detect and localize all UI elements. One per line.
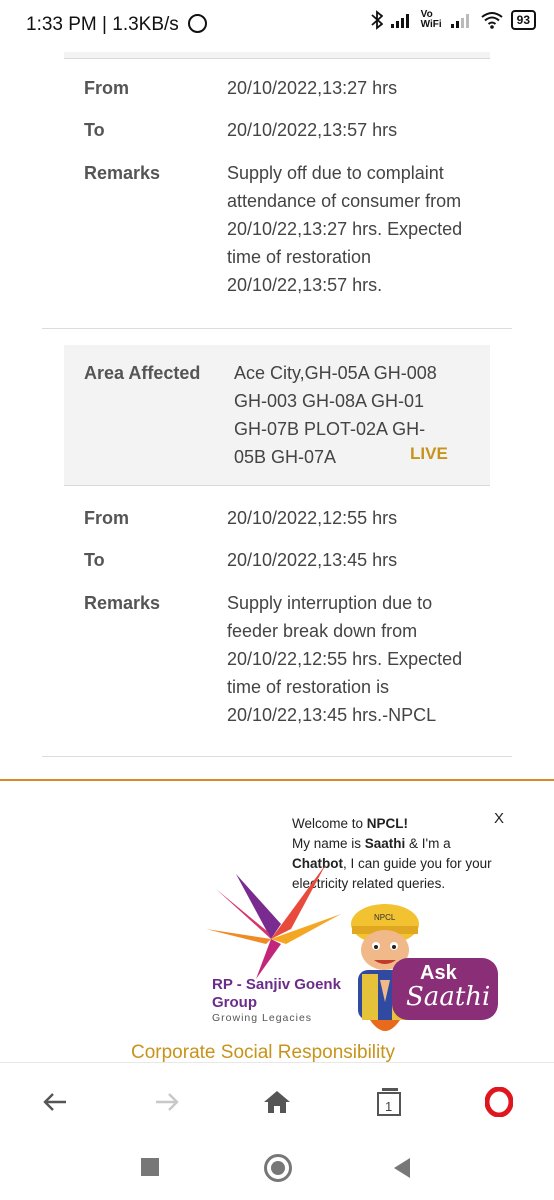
system-nav-bar [0,1138,554,1200]
browser-nav-bar: 1 [0,1062,554,1139]
to-value: 20/10/2022,13:57 hrs [227,120,398,140]
vowifi-label: Vo WiFi [420,9,442,30]
alarm-icon [188,14,208,33]
back-button[interactable] [40,1087,70,1117]
from-label: From [84,508,129,528]
outage2-area-box: Area Affected Ace City,GH-05A GH-008 GH-… [64,345,490,486]
outage-list: From 20/10/2022,13:27 hrs To 20/10/2022,… [0,52,554,1062]
saathi-label: Saathi [406,982,491,1012]
arrow-right-icon [156,1093,179,1111]
remarks-label: Remarks [84,593,161,613]
status-bar: 1:33 PM | 1.3KB/s Vo WiFi 93 [0,0,554,52]
home-dot-icon [271,1161,285,1175]
chatbot-close-button[interactable]: X [494,810,504,827]
group-name: RP - Sanjiv Goenk Group [212,976,341,1011]
rp-group-logo-icon [206,864,341,979]
mascot-cap-text: NPCL [374,913,396,922]
area-affected-label: Area Affected [84,363,201,383]
status-time-speed: 1:33 PM | 1.3KB/s [26,14,208,36]
remarks-label: Remarks [84,163,161,183]
back-system-button[interactable] [392,1157,412,1179]
battery-icon: 93 [510,10,536,30]
to-label: To [84,550,105,570]
status-time: 1:33 PM | 1.3KB/s [26,14,179,35]
signal-icon [390,14,409,28]
from-value: 20/10/2022,13:27 hrs [227,78,398,98]
forward-button[interactable] [152,1087,182,1117]
divider [42,756,512,757]
recents-button[interactable] [141,1158,159,1176]
signal-2-icon [450,14,469,28]
from-value: 20/10/2022,12:55 hrs [227,508,398,528]
to-value: 20/10/2022,13:45 hrs [227,550,398,570]
tabs-button[interactable]: 1 [374,1087,404,1117]
footer-divider [0,779,554,781]
live-badge: LIVE [410,444,448,463]
remarks-value: Supply interruption due to feeder break … [227,593,463,725]
wifi-icon [481,12,503,29]
remarks-value: Supply off due to complaint attendance o… [227,163,463,295]
home-icon [264,1091,290,1113]
home-button[interactable] [262,1087,292,1117]
previous-card-edge [64,52,490,59]
to-label: To [84,120,105,140]
group-tagline: Growing Legacies [212,1012,313,1024]
csr-link[interactable]: Corporate Social Responsibility [131,1042,395,1062]
opera-logo-icon [485,1087,513,1117]
tabs-count: 1 [385,1099,393,1114]
home-system-button[interactable] [264,1154,292,1182]
bluetooth-icon [371,10,383,30]
from-label: From [84,78,129,98]
opera-menu-button[interactable] [484,1087,514,1117]
divider [42,328,512,329]
status-icons: Vo WiFi 93 [371,10,536,30]
ask-saathi-button[interactable]: Ask Saathi [392,958,498,1020]
arrow-left-icon [43,1093,66,1111]
